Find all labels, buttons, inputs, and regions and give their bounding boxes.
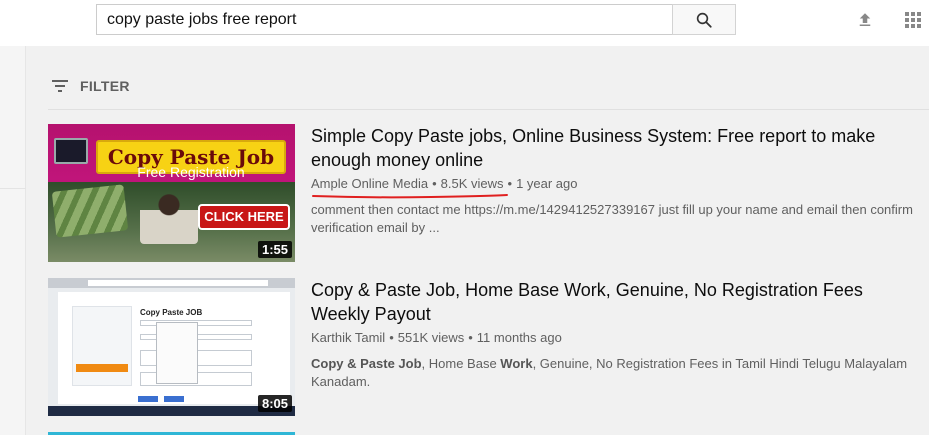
video-thumbnail[interactable]: Copy Paste JOB 8:05 — [48, 278, 295, 416]
video-description: comment then contact me https://m.me/142… — [311, 202, 913, 235]
meta-separator: • — [389, 330, 394, 345]
video-title[interactable]: Simple Copy Paste jobs, Online Business … — [311, 124, 921, 172]
search-input[interactable]: copy paste jobs free report — [96, 4, 672, 35]
upload-age: 11 months ago — [476, 330, 562, 345]
screenshot-button — [138, 396, 158, 402]
search-button[interactable] — [672, 4, 736, 35]
top-header: copy paste jobs free report — [0, 0, 929, 46]
browser-bar — [48, 278, 295, 288]
video-meta: Karthik Tamil • 551K views • 11 months ago — [311, 329, 921, 347]
screenshot-sidebar — [72, 306, 132, 386]
meta-separator: • — [507, 176, 513, 191]
filter-divider — [48, 109, 929, 110]
thumbnail-cta-text: CLICK HERE — [198, 204, 290, 230]
filter-icon — [52, 80, 68, 92]
video-thumbnail[interactable]: Copy Paste Job Free Registration CLICK H… — [48, 124, 295, 262]
browser-address — [88, 280, 268, 286]
screenshot-button — [164, 396, 184, 402]
video-title[interactable]: Copy & Paste Job, Home Base Work, Genuin… — [311, 278, 921, 326]
video-duration: 8:05 — [257, 395, 292, 412]
video-info: Copy & Paste Job, Home Base Work, Genuin… — [311, 278, 921, 391]
guide-sidebar-edge — [0, 46, 26, 435]
screenshot-context-menu — [156, 322, 198, 384]
desc-highlight: Work — [500, 356, 533, 371]
meta-separator: • — [468, 330, 473, 345]
annotation-underline — [312, 194, 508, 199]
thumbnail-form-title: Copy Paste JOB — [140, 308, 203, 317]
upload-icon — [859, 13, 871, 26]
view-count: 8.5K views — [440, 176, 504, 191]
channel-name[interactable]: Ample Online Media — [311, 176, 428, 191]
video-info: Simple Copy Paste jobs, Online Business … — [311, 124, 921, 237]
desc-text: , Home Base — [421, 356, 501, 371]
sidebar-divider — [0, 188, 26, 189]
video-description: Copy & Paste Job, Home Base Work, Genuin… — [311, 355, 921, 391]
channel-name[interactable]: Karthik Tamil — [311, 330, 385, 345]
upload-button[interactable] — [852, 7, 878, 33]
filter-toggle[interactable]: FILTER — [50, 74, 130, 98]
search-icon — [696, 12, 712, 28]
filter-label: FILTER — [80, 78, 130, 94]
video-meta: Ample Online Media • 8.5K views • 1 year ago — [311, 175, 921, 199]
screenshot-orange-button — [76, 364, 128, 372]
meta-separator: • — [432, 176, 437, 191]
thumbnail-subtitle-text: Free Registration — [137, 164, 245, 180]
apps-button[interactable] — [900, 7, 926, 33]
apps-grid-icon — [905, 12, 921, 28]
person-image — [140, 188, 198, 244]
computer-icon — [54, 138, 88, 164]
cash-image — [51, 184, 129, 238]
view-count: 551K views — [397, 330, 465, 345]
desc-highlight: Copy & Paste Job — [311, 356, 422, 371]
upload-age: 1 year ago — [516, 176, 578, 191]
video-duration: 1:55 — [257, 241, 292, 258]
